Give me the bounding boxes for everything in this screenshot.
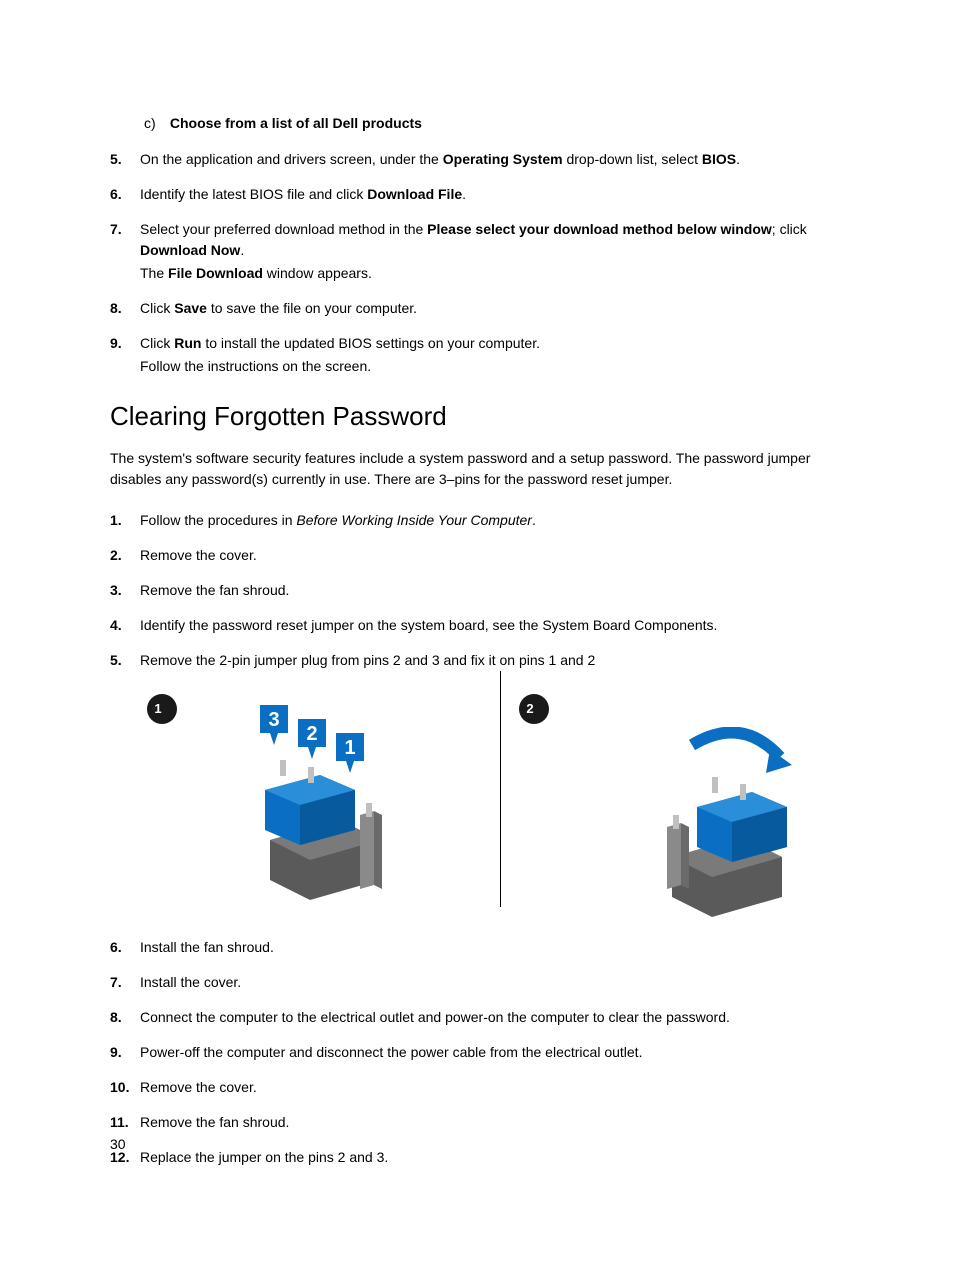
step-item: 10.Remove the cover. bbox=[110, 1077, 844, 1098]
sublist-letter: c) bbox=[144, 115, 166, 131]
sublist-text: Choose from a list of all Dell products bbox=[170, 115, 422, 131]
step-text: Click Run to install the updated BIOS se… bbox=[140, 333, 844, 377]
step-text: Remove the cover. bbox=[140, 1077, 844, 1098]
step-item: 6.Identify the latest BIOS file and clic… bbox=[110, 184, 844, 205]
step-text: Select your preferred download method in… bbox=[140, 219, 844, 284]
step-number: 5. bbox=[110, 149, 140, 170]
step-number: 11. bbox=[110, 1112, 140, 1133]
svg-text:3: 3 bbox=[268, 709, 279, 731]
sublist-item: c) Choose from a list of all Dell produc… bbox=[144, 115, 844, 131]
step-number: 10. bbox=[110, 1077, 140, 1098]
step-item: 12.Replace the jumper on the pins 2 and … bbox=[110, 1147, 844, 1168]
step-number: 3. bbox=[110, 580, 140, 601]
svg-text:1: 1 bbox=[154, 701, 161, 716]
step-text: Identify the password reset jumper on th… bbox=[140, 615, 844, 636]
figure-panel-1: 1 3 2 1 bbox=[140, 687, 472, 907]
step-text: Remove the fan shroud. bbox=[140, 580, 844, 601]
steps-after-figure: 6.Install the fan shroud.7.Install the c… bbox=[110, 937, 844, 1168]
step-item: 7.Install the cover. bbox=[110, 972, 844, 993]
step-item: 3.Remove the fan shroud. bbox=[110, 580, 844, 601]
step-text: Connect the computer to the electrical o… bbox=[140, 1007, 844, 1028]
section-heading: Clearing Forgotten Password bbox=[110, 401, 844, 432]
step-number: 6. bbox=[110, 184, 140, 205]
step-number: 5. bbox=[110, 650, 140, 671]
step-item: 8.Connect the computer to the electrical… bbox=[110, 1007, 844, 1028]
step-number: 4. bbox=[110, 615, 140, 636]
step-item: 4.Identify the password reset jumper on … bbox=[110, 615, 844, 636]
step-number: 7. bbox=[110, 972, 140, 993]
step-number: 8. bbox=[110, 298, 140, 319]
intro-paragraph: The system's software security features … bbox=[110, 448, 844, 490]
figure-panel-2: 2 bbox=[512, 687, 844, 907]
top-steps: 5.On the application and drivers screen,… bbox=[110, 149, 844, 377]
step-item: 5.Remove the 2-pin jumper plug from pins… bbox=[110, 650, 844, 671]
step-item: 8.Click Save to save the file on your co… bbox=[110, 298, 844, 319]
page-content: c) Choose from a list of all Dell produc… bbox=[0, 0, 954, 1168]
step-item: 7.Select your preferred download method … bbox=[110, 219, 844, 284]
steps-before-figure: 1.Follow the procedures in Before Workin… bbox=[110, 510, 844, 671]
step-marker-2-icon: 2 bbox=[518, 693, 550, 725]
step-number: 9. bbox=[110, 1042, 140, 1063]
step-item: 5.On the application and drivers screen,… bbox=[110, 149, 844, 170]
svg-text:2: 2 bbox=[526, 701, 533, 716]
step-text: Replace the jumper on the pins 2 and 3. bbox=[140, 1147, 844, 1168]
step-text: Follow the procedures in Before Working … bbox=[140, 510, 844, 531]
page-number: 30 bbox=[110, 1136, 126, 1152]
step-item: 9.Click Run to install the updated BIOS … bbox=[110, 333, 844, 377]
step-number: 1. bbox=[110, 510, 140, 531]
step-text: On the application and drivers screen, u… bbox=[140, 149, 844, 170]
step-text: Install the cover. bbox=[140, 972, 844, 993]
step-text: Power-off the computer and disconnect th… bbox=[140, 1042, 844, 1063]
step-number: 9. bbox=[110, 333, 140, 377]
step-text: Remove the fan shroud. bbox=[140, 1112, 844, 1133]
step-number: 8. bbox=[110, 1007, 140, 1028]
svg-text:2: 2 bbox=[306, 723, 317, 745]
figure-row: 1 3 2 1 bbox=[140, 687, 844, 907]
step-text: Identify the latest BIOS file and click … bbox=[140, 184, 844, 205]
jumper-diagram-2 bbox=[652, 727, 852, 917]
svg-text:1: 1 bbox=[344, 737, 355, 759]
step-item: 11.Remove the fan shroud. bbox=[110, 1112, 844, 1133]
step-item: 1.Follow the procedures in Before Workin… bbox=[110, 510, 844, 531]
step-number: 7. bbox=[110, 219, 140, 284]
step-text: Remove the 2-pin jumper plug from pins 2… bbox=[140, 650, 844, 671]
step-number: 6. bbox=[110, 937, 140, 958]
step-marker-1-icon: 1 bbox=[146, 693, 178, 725]
step-number: 2. bbox=[110, 545, 140, 566]
figure-divider bbox=[500, 671, 501, 907]
step-text: Click Save to save the file on your comp… bbox=[140, 298, 844, 319]
step-item: 6.Install the fan shroud. bbox=[110, 937, 844, 958]
step-item: 9.Power-off the computer and disconnect … bbox=[110, 1042, 844, 1063]
step-text: Install the fan shroud. bbox=[140, 937, 844, 958]
step-item: 2.Remove the cover. bbox=[110, 545, 844, 566]
jumper-diagram-1: 3 2 1 bbox=[260, 705, 450, 905]
step-text: Remove the cover. bbox=[140, 545, 844, 566]
